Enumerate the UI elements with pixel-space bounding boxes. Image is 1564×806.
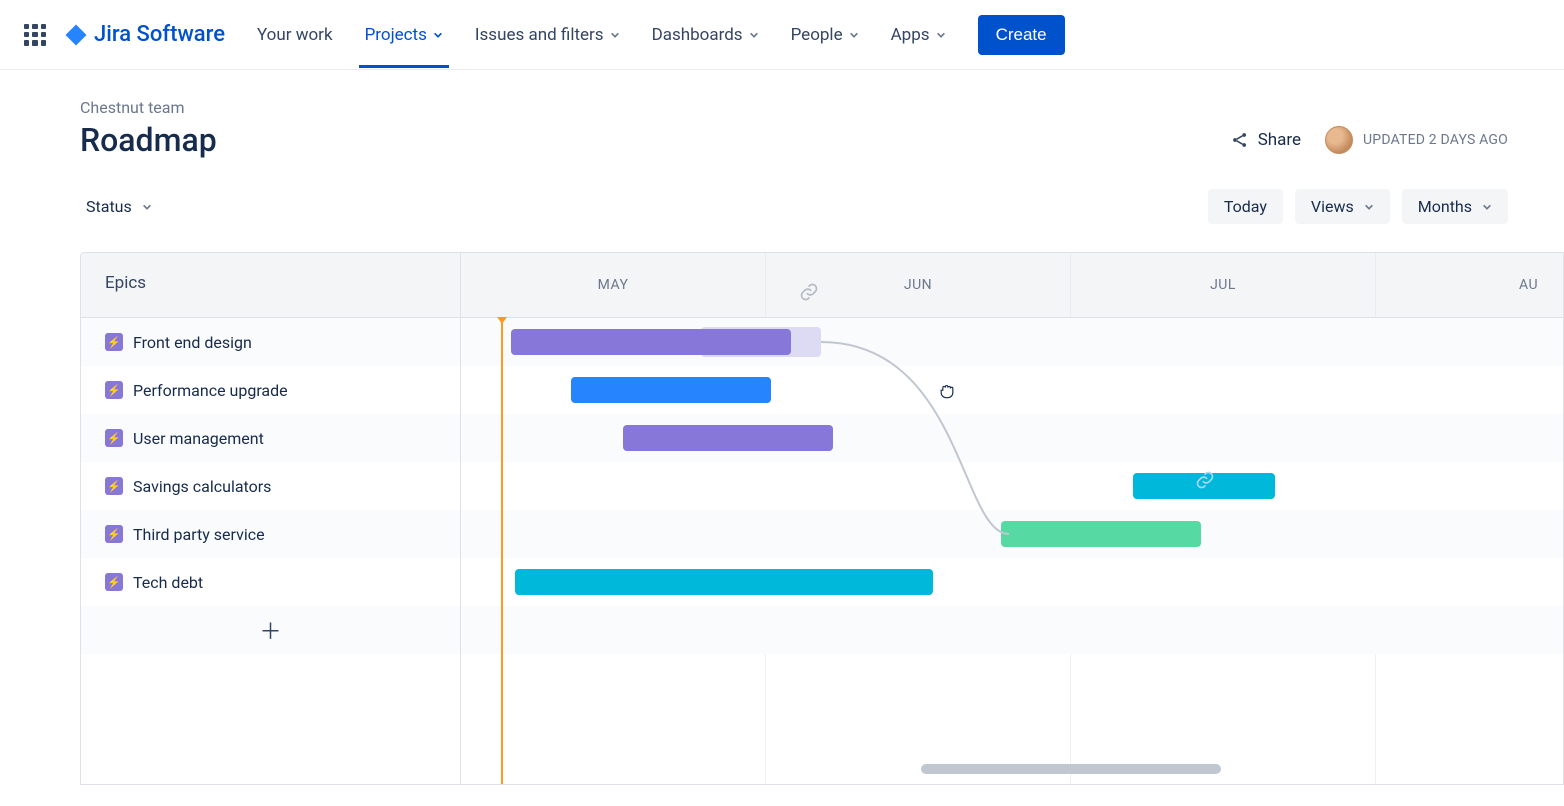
nav-apps[interactable]: Apps [889, 3, 948, 67]
jira-logo-icon [64, 23, 88, 47]
breadcrumb[interactable]: Chestnut team [80, 98, 1564, 117]
epic-type-icon: ⚡ [105, 477, 123, 495]
title-bar: Roadmap Share UPDATED 2 DAYS AGO [80, 121, 1564, 159]
timeline-lane[interactable] [461, 318, 1563, 366]
timeline-lane[interactable] [461, 510, 1563, 558]
epic-title: Savings calculators [133, 477, 271, 496]
nav-projects[interactable]: Projects [363, 3, 445, 67]
chevron-down-icon [142, 202, 152, 212]
epic-row[interactable]: ⚡ Third party service [81, 510, 1563, 558]
primary-nav: Your work Projects Issues and filters Da… [255, 3, 948, 67]
epic-bar[interactable] [511, 329, 791, 355]
chevron-down-icon [936, 30, 946, 40]
nav-label: People [791, 25, 843, 45]
horizontal-scrollbar[interactable] [921, 764, 1221, 774]
epic-row[interactable]: ⚡ Front end design [81, 318, 1563, 366]
epic-type-icon: ⚡ [105, 429, 123, 447]
chevron-down-icon [433, 30, 443, 40]
timeline-lane[interactable] [461, 414, 1563, 462]
chevron-down-icon [610, 30, 620, 40]
top-nav: Jira Software Your work Projects Issues … [0, 0, 1564, 70]
roadmap-header: Epics MAY JUN JUL AU [81, 253, 1563, 318]
cursor-grab-icon [937, 380, 957, 402]
epic-row[interactable]: ⚡ User management [81, 414, 1563, 462]
epic-row[interactable]: ⚡ Savings calculators [81, 462, 1563, 510]
nav-label: Apps [891, 25, 930, 45]
month-may: MAY [461, 253, 766, 317]
add-epic-row[interactable]: ＋ [81, 606, 1563, 654]
today-label: Today [1224, 197, 1267, 216]
nav-label: Projects [365, 25, 427, 45]
add-epic-button[interactable]: ＋ [81, 606, 461, 654]
app-switcher-icon[interactable] [24, 24, 46, 46]
epics-column-header: Epics [81, 253, 461, 317]
nav-your-work[interactable]: Your work [255, 3, 335, 67]
today-marker [501, 318, 503, 784]
page-content: Chestnut team Roadmap Share UPDATED 2 DA… [0, 70, 1564, 785]
share-label: Share [1258, 130, 1301, 150]
epic-type-icon: ⚡ [105, 525, 123, 543]
epic-title: Performance upgrade [133, 381, 288, 400]
plus-icon: ＋ [259, 614, 281, 646]
avatar[interactable] [1325, 126, 1353, 154]
filter-row: Status Today Views Months [80, 189, 1564, 224]
product-logo[interactable]: Jira Software [64, 22, 225, 47]
updated-meta: UPDATED 2 DAYS AGO [1325, 126, 1508, 154]
roadmap-body: ⚡ Front end design ⚡ Performance upgrade [81, 318, 1563, 784]
nav-dashboards[interactable]: Dashboards [650, 3, 761, 67]
dependency-link-icon[interactable] [1195, 470, 1215, 490]
epic-row[interactable]: ⚡ Performance upgrade [81, 366, 1563, 414]
share-icon [1230, 130, 1250, 150]
epic-type-icon: ⚡ [105, 333, 123, 351]
roadmap-grid: Epics MAY JUN JUL AU ⚡ Front end design [80, 252, 1564, 785]
nav-label: Your work [257, 25, 333, 45]
updated-text: UPDATED 2 DAYS AGO [1363, 132, 1508, 148]
epic-bar[interactable] [623, 425, 833, 451]
views-label: Views [1311, 197, 1354, 216]
nav-label: Dashboards [652, 25, 743, 45]
epic-title: Front end design [133, 333, 252, 352]
page-title: Roadmap [80, 121, 217, 159]
nav-people[interactable]: People [789, 3, 861, 67]
timescale-dropdown[interactable]: Months [1402, 189, 1508, 224]
timeline-lane[interactable] [461, 462, 1563, 510]
nav-issues-filters[interactable]: Issues and filters [473, 3, 622, 67]
epic-type-icon: ⚡ [105, 573, 123, 591]
epic-row[interactable]: ⚡ Tech debt [81, 558, 1563, 606]
share-button[interactable]: Share [1230, 130, 1301, 150]
status-filter[interactable]: Status [80, 189, 158, 224]
chevron-down-icon [849, 30, 859, 40]
dependency-link-icon[interactable] [799, 282, 819, 302]
timeline-header: MAY JUN JUL AU [461, 253, 1564, 317]
timeline-lane[interactable] [461, 366, 1563, 414]
create-button[interactable]: Create [978, 15, 1065, 55]
month-aug: AU [1376, 253, 1564, 317]
chevron-down-icon [1482, 202, 1492, 212]
nav-label: Issues and filters [475, 25, 604, 45]
month-jul: JUL [1071, 253, 1376, 317]
epic-title: Tech debt [133, 573, 203, 592]
status-label: Status [86, 197, 132, 216]
epic-title: User management [133, 429, 264, 448]
chevron-down-icon [749, 30, 759, 40]
epic-title: Third party service [133, 525, 265, 544]
chevron-down-icon [1364, 202, 1374, 212]
product-name: Jira Software [94, 22, 225, 47]
epic-bar[interactable] [571, 377, 771, 403]
epic-bar[interactable] [515, 569, 933, 595]
timeline-lane[interactable] [461, 558, 1563, 606]
epic-bar[interactable] [1001, 521, 1201, 547]
today-button[interactable]: Today [1208, 189, 1283, 224]
epic-type-icon: ⚡ [105, 381, 123, 399]
views-dropdown[interactable]: Views [1295, 189, 1390, 224]
timescale-label: Months [1418, 197, 1472, 216]
